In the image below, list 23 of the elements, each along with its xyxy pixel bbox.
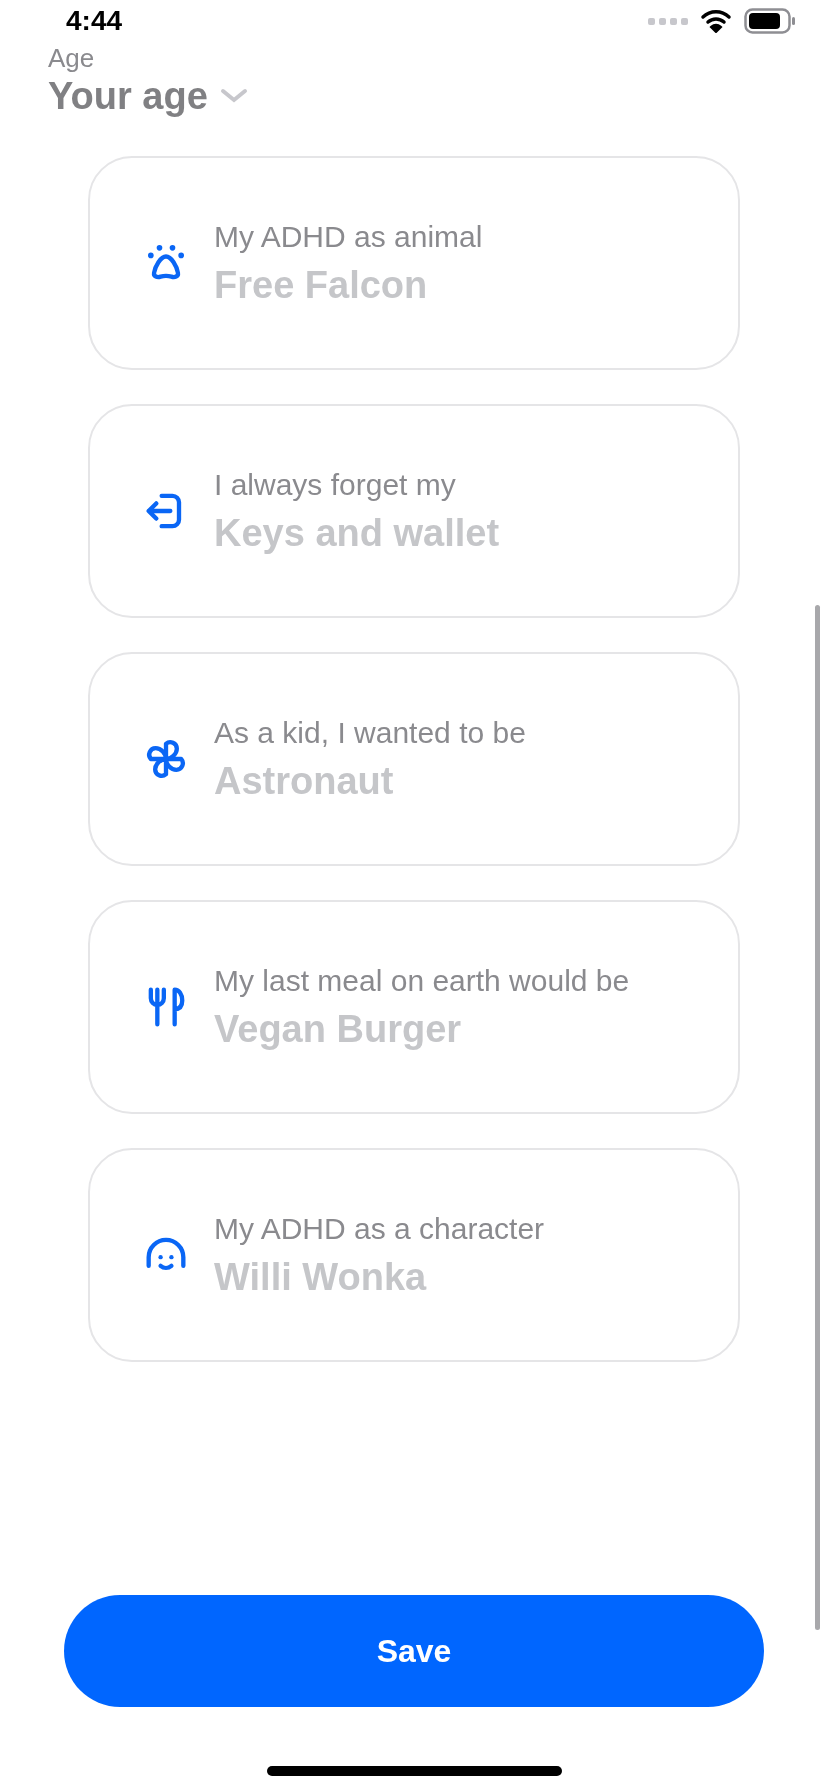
card-label: I always forget my <box>214 467 457 503</box>
card-label: My ADHD as a character <box>214 1211 545 1247</box>
card-value: Astronaut <box>214 759 395 804</box>
battery-icon <box>744 8 796 34</box>
signal-icon <box>648 16 688 26</box>
card-value: Vegan Burger <box>214 1007 463 1052</box>
age-dropdown-value: Your age <box>48 74 208 118</box>
card-value: Free Falcon <box>214 263 429 308</box>
wifi-icon <box>700 9 732 33</box>
card-label: As a kid, I wanted to be <box>214 715 526 751</box>
answer-card[interactable]: I always forget my Keys and wallet <box>88 404 740 618</box>
card-label: My ADHD as animal <box>214 219 483 255</box>
card-label: My last meal on earth would be <box>214 963 630 999</box>
chevron-down-icon[interactable] <box>219 88 248 104</box>
save-button[interactable]: Save <box>64 1595 764 1707</box>
card-value: Willi Wonka <box>214 1255 428 1300</box>
card-value: Keys and wallet <box>214 511 500 556</box>
answer-card[interactable]: My last meal on earth would be Vegan Burger <box>88 900 740 1114</box>
answer-card[interactable]: As a kid, I wanted to be Astronaut <box>88 652 740 866</box>
answer-card[interactable]: My ADHD as animal Free Falcon <box>88 156 740 370</box>
status-time: 4:44 <box>66 4 123 38</box>
answer-card[interactable]: My ADHD as a character Willi Wonka <box>88 1148 740 1362</box>
field-label: Age <box>48 44 95 72</box>
